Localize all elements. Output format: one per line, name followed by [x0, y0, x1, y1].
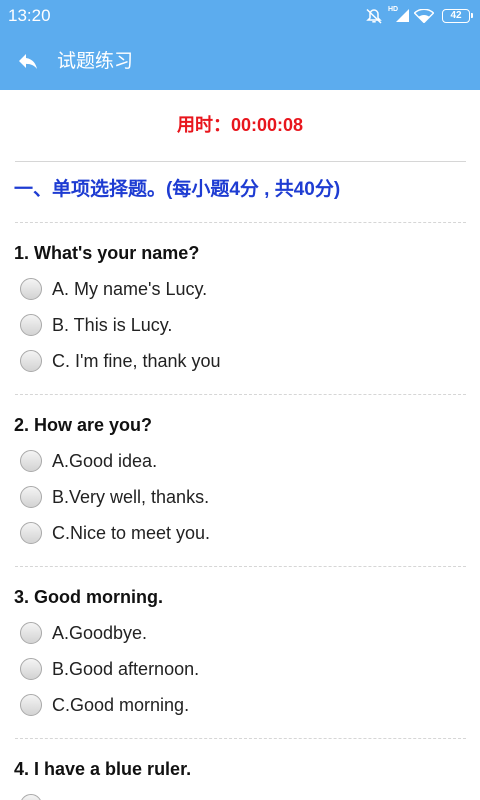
option-label[interactable]: C.Nice to meet you. — [52, 521, 210, 545]
radio-button[interactable] — [20, 794, 42, 800]
question-title: 4. I have a blue ruler. — [14, 759, 192, 779]
option-label[interactable]: A.Good idea. — [52, 449, 157, 473]
timer-label: 用时： — [176, 115, 231, 135]
dashed-divider — [15, 222, 466, 223]
option-label[interactable]: A. My name's Lucy. — [52, 277, 207, 301]
option-row[interactable] — [20, 793, 460, 800]
timer-value: 00:00:08 — [230, 115, 304, 135]
page-title: 试题练习 — [57, 51, 134, 72]
option-row[interactable]: A.Goodbye. — [20, 621, 460, 645]
battery-icon: 42 — [442, 9, 470, 23]
option-label[interactable]: B.Very well, thanks. — [52, 485, 209, 509]
dashed-divider — [15, 394, 466, 395]
radio-button[interactable] — [20, 694, 42, 716]
option-row[interactable]: B.Good afternoon. — [20, 657, 460, 681]
option-label[interactable]: B. This is Lucy. — [52, 313, 172, 337]
battery-level: 42 — [450, 10, 462, 21]
option-row[interactable]: C. I'm fine, thank you — [20, 349, 460, 373]
question-title: 3. Good morning. — [14, 587, 163, 607]
question-title: 1. What's your name? — [14, 243, 200, 263]
radio-button[interactable] — [20, 278, 42, 300]
option-row[interactable]: C.Nice to meet you. — [20, 521, 460, 545]
quiz-content: 用时：00:00:08 一、单项选择题。(每小题4分 , 共40分) 1. Wh… — [0, 90, 480, 800]
option-row[interactable]: A.Good idea. — [20, 449, 460, 473]
status-time: 13:20 — [8, 6, 51, 25]
battery-nub — [471, 13, 473, 18]
option-label[interactable]: A.Goodbye. — [52, 621, 147, 645]
option-label[interactable]: C.Good morning. — [52, 693, 189, 717]
mute-icon — [366, 8, 382, 24]
option-row[interactable]: B. This is Lucy. — [20, 313, 460, 337]
radio-button[interactable] — [20, 522, 42, 544]
elapsed-timer: 用时：00:00:08 — [0, 113, 480, 137]
radio-button[interactable] — [20, 622, 42, 644]
option-label[interactable]: C. I'm fine, thank you — [52, 349, 221, 373]
radio-button[interactable] — [20, 350, 42, 372]
top-bar: 13:20 HD 42 试题练习 — [0, 0, 480, 90]
option-row[interactable]: A. My name's Lucy. — [20, 277, 460, 301]
option-label[interactable]: B.Good afternoon. — [52, 657, 199, 681]
back-button[interactable] — [14, 48, 42, 74]
option-row[interactable]: B.Very well, thanks. — [20, 485, 460, 509]
radio-button[interactable] — [20, 658, 42, 680]
signal-icon — [396, 9, 409, 22]
question-title: 2. How are you? — [14, 415, 153, 435]
divider — [15, 161, 466, 162]
wifi-icon — [414, 9, 434, 23]
dashed-divider — [15, 566, 466, 567]
section-heading: 一、单项选择题。(每小题4分 , 共40分) — [14, 179, 341, 200]
radio-button[interactable] — [20, 314, 42, 336]
option-row[interactable]: C.Good morning. — [20, 693, 460, 717]
back-arrow-icon[interactable] — [15, 49, 41, 73]
radio-button[interactable] — [20, 486, 42, 508]
dashed-divider — [15, 738, 466, 739]
radio-button[interactable] — [20, 450, 42, 472]
